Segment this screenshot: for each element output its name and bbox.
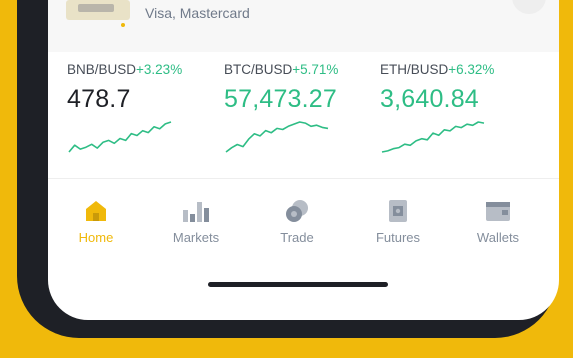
nav-label: Trade <box>280 230 314 245</box>
payment-methods-card[interactable]: Visa, Mastercard <box>48 0 559 52</box>
nav-label: Home <box>78 230 114 245</box>
divider <box>48 178 559 179</box>
nav-item-home[interactable]: Home <box>56 198 136 245</box>
card-indicator-dot <box>121 23 125 27</box>
ticker-btc-busd[interactable]: BTC/BUSD+5.71% 57,473.27 <box>224 62 374 158</box>
card-icon <box>66 0 130 20</box>
home-icon <box>86 201 106 221</box>
ticker-change: +6.32% <box>448 62 495 77</box>
wallet-icon <box>486 202 510 221</box>
payment-methods-text: Visa, Mastercard <box>145 5 250 21</box>
ticker-price: 478.7 <box>67 85 131 113</box>
sparkline-chart <box>381 121 485 153</box>
markets-icon <box>183 202 209 222</box>
ticker-change: +5.71% <box>292 62 339 77</box>
sparkline-line <box>68 121 172 153</box>
sparkline-line <box>381 121 485 153</box>
nav-label: Markets <box>172 230 220 245</box>
nav-item-futures[interactable]: Futures <box>358 198 438 245</box>
ticker-price: 57,473.27 <box>224 85 338 113</box>
nav-item-trade[interactable]: Trade <box>257 198 337 245</box>
home-indicator[interactable] <box>208 282 388 287</box>
sparkline-line <box>225 121 329 153</box>
sparkline-chart <box>68 121 172 153</box>
app-screen: Visa, Mastercard BNB/BUSD+3.23% 478.7 BT… <box>48 0 559 320</box>
ticker-pair: BNB/BUSD+3.23% <box>67 62 183 77</box>
ticker-bnb-busd[interactable]: BNB/BUSD+3.23% 478.7 <box>67 62 217 158</box>
nav-label: Wallets <box>476 230 520 245</box>
nav-label: Futures <box>375 230 421 245</box>
ticker-pair: BTC/BUSD+5.71% <box>224 62 339 77</box>
ticker-change: +3.23% <box>136 62 183 77</box>
nav-item-markets[interactable]: Markets <box>156 198 236 245</box>
futures-icon <box>389 200 407 222</box>
nav-item-wallets[interactable]: Wallets <box>458 198 538 245</box>
trade-icon <box>286 200 308 222</box>
avatar[interactable] <box>512 0 546 14</box>
ticker-eth-busd[interactable]: ETH/BUSD+6.32% 3,640.84 <box>380 62 530 158</box>
ticker-pair: ETH/BUSD+6.32% <box>380 62 495 77</box>
ticker-price: 3,640.84 <box>380 85 479 113</box>
sparkline-chart <box>225 121 329 153</box>
